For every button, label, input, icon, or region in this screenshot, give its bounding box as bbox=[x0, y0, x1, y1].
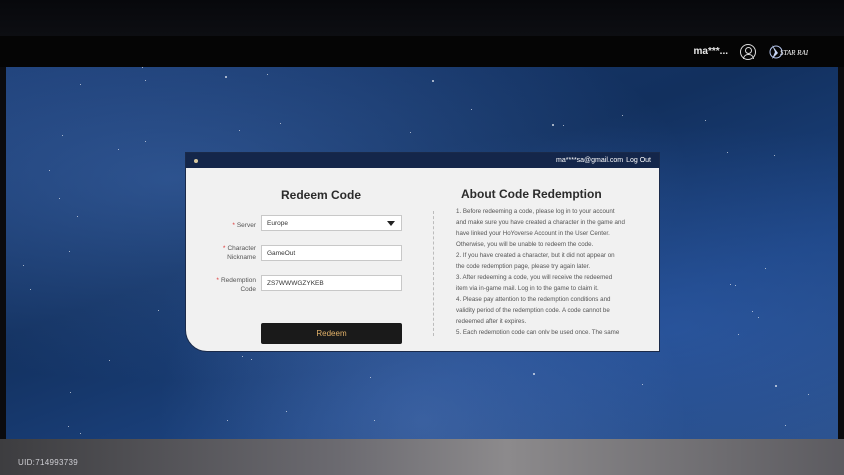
star-decoration bbox=[80, 84, 81, 85]
star-decoration bbox=[705, 120, 706, 121]
star-decoration bbox=[62, 135, 63, 136]
star-decoration bbox=[774, 155, 775, 156]
user-account-icon[interactable] bbox=[740, 43, 756, 60]
code-label: * Redemption Code bbox=[216, 277, 256, 293]
star-decoration bbox=[370, 377, 371, 378]
star-decoration bbox=[70, 392, 71, 393]
star-decoration bbox=[239, 130, 240, 131]
bottom-bar bbox=[0, 439, 844, 475]
star-decoration bbox=[727, 152, 728, 153]
star-decoration bbox=[227, 420, 228, 421]
top-strip bbox=[0, 0, 844, 36]
about-line: redeemed after it expires. bbox=[456, 318, 527, 325]
star-decoration bbox=[145, 80, 146, 81]
star-decoration bbox=[80, 433, 81, 434]
username-label[interactable]: ma***... bbox=[694, 46, 728, 57]
star-decoration bbox=[642, 384, 643, 385]
redeem-form: Redeem Code * Server Europe * Character Ni… bbox=[186, 168, 431, 351]
about-line: validity period of the redemption code. … bbox=[456, 307, 610, 314]
nickname-field[interactable]: GameOut bbox=[261, 245, 402, 261]
star-decoration bbox=[68, 426, 69, 427]
dialog-top-bar: ma****sa@gmail.com Log Out bbox=[186, 153, 659, 168]
star-decoration bbox=[251, 359, 252, 360]
star-decoration bbox=[808, 394, 809, 395]
star-decoration bbox=[552, 124, 554, 126]
account-email: ma****sa@gmail.com bbox=[556, 157, 624, 164]
account-info: ma****sa@gmail.com Log Out bbox=[556, 157, 651, 164]
column-divider bbox=[433, 211, 434, 336]
star-decoration bbox=[286, 411, 287, 412]
nickname-label: * Character Nickname bbox=[222, 245, 256, 261]
redeem-button[interactable]: Redeem bbox=[261, 323, 402, 344]
star-decoration bbox=[432, 80, 434, 82]
star-decoration bbox=[49, 170, 50, 171]
logout-link[interactable]: Log Out bbox=[626, 157, 651, 164]
star-decoration bbox=[77, 216, 78, 217]
server-select[interactable]: Europe bbox=[261, 215, 402, 231]
star-decoration bbox=[563, 125, 564, 126]
star-decoration bbox=[471, 109, 472, 110]
star-decoration bbox=[533, 373, 535, 375]
redeem-title: Redeem Code bbox=[280, 188, 362, 202]
star-decoration bbox=[242, 356, 243, 357]
required-mark: * bbox=[232, 222, 235, 229]
about-line: 2. If you have created a character, but … bbox=[456, 252, 615, 259]
star-decoration bbox=[730, 284, 731, 285]
star-decoration bbox=[758, 317, 759, 318]
about-text[interactable]: 1. Before redeeming a code, please log i… bbox=[456, 206, 656, 334]
site-header: ma***... STAR RAIL bbox=[0, 36, 844, 67]
star-decoration bbox=[735, 285, 736, 286]
star-decoration bbox=[158, 310, 159, 311]
chevron-down-icon bbox=[387, 221, 395, 226]
star-decoration bbox=[142, 67, 143, 68]
star-decoration bbox=[374, 420, 375, 421]
about-line: item via in-game mail. Log in to the gam… bbox=[456, 285, 599, 292]
star-decoration bbox=[109, 360, 110, 361]
server-value: Europe bbox=[267, 220, 288, 227]
required-mark: * bbox=[222, 245, 226, 252]
star-decoration bbox=[410, 132, 411, 133]
about-line: have linked your HoYoverse Account in th… bbox=[456, 230, 610, 237]
redeem-dialog: ma****sa@gmail.com Log Out Redeem Code * S… bbox=[185, 152, 660, 352]
star-rail-logo-icon: STAR RAIL bbox=[769, 44, 812, 59]
star-decoration bbox=[30, 289, 31, 290]
about-line: 1. Before redeeming a code, please log i… bbox=[456, 208, 615, 215]
dialog-dot-icon bbox=[194, 158, 198, 163]
about-line: 3. After redeeming a code, you will rece… bbox=[456, 274, 613, 281]
about-line: 5. Each redemption code can only be used… bbox=[456, 329, 620, 334]
svg-text:STAR RAIL: STAR RAIL bbox=[780, 49, 808, 57]
about-line: the code redemption page, please try aga… bbox=[456, 263, 591, 270]
star-rail-logo[interactable]: STAR RAIL bbox=[766, 41, 812, 63]
star-decoration bbox=[775, 385, 777, 387]
star-decoration bbox=[59, 198, 60, 199]
star-decoration bbox=[118, 149, 119, 150]
star-decoration bbox=[280, 123, 281, 124]
star-decoration bbox=[267, 74, 268, 75]
star-decoration bbox=[622, 115, 623, 116]
about-title: About Code Redemption bbox=[461, 187, 602, 201]
star-decoration bbox=[765, 268, 766, 269]
about-line: 4. Please pay attention to the redemptio… bbox=[456, 296, 611, 303]
star-decoration bbox=[738, 334, 739, 335]
server-label: * Server bbox=[232, 222, 256, 229]
star-decoration bbox=[69, 251, 70, 252]
star-decoration bbox=[785, 425, 786, 426]
about-line: Otherwise, you will be unable to redeem … bbox=[456, 241, 594, 248]
star-decoration bbox=[752, 311, 753, 312]
redemption-code-field[interactable]: ZS7WWWGZYKEB bbox=[261, 275, 402, 291]
required-mark: * bbox=[216, 277, 219, 284]
nickname-value: GameOut bbox=[267, 250, 296, 257]
star-decoration bbox=[23, 265, 24, 266]
about-section: About Code Redemption 1. Before redeemin… bbox=[456, 168, 656, 351]
star-decoration bbox=[145, 141, 146, 142]
star-decoration bbox=[225, 76, 227, 78]
uid-label: UID:714993739 bbox=[18, 458, 78, 467]
about-line: and make sure you have created a charact… bbox=[456, 219, 625, 226]
redemption-code-value: ZS7WWWGZYKEB bbox=[267, 280, 324, 287]
